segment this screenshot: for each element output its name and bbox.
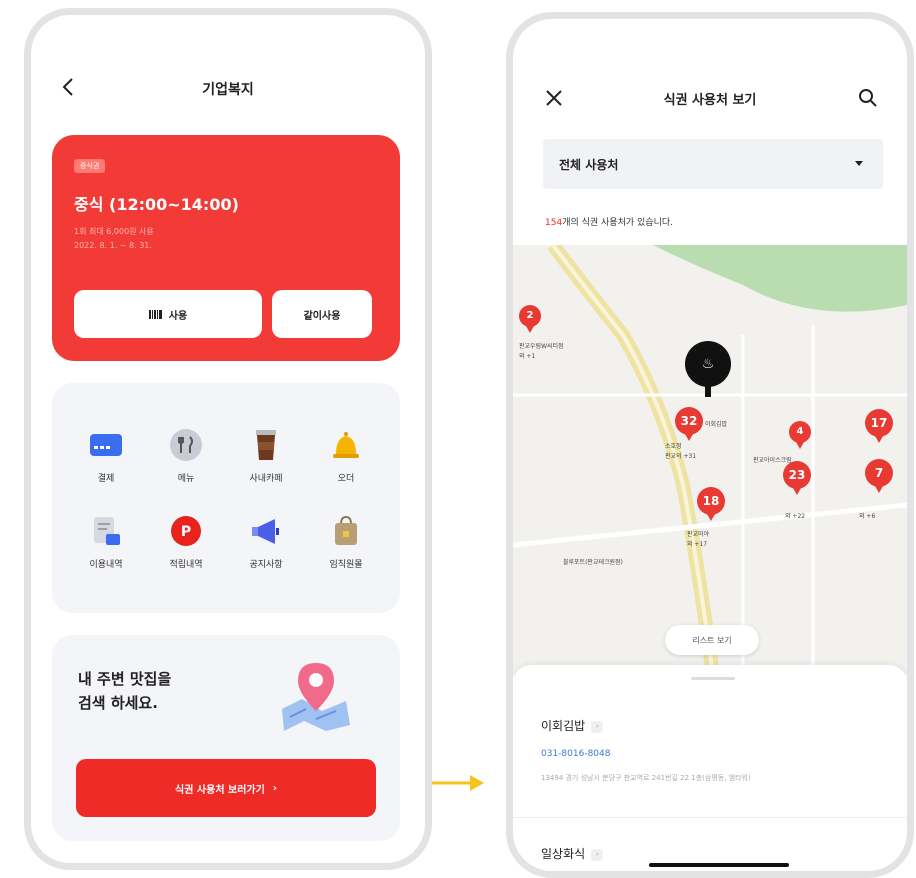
- menu-item-mall[interactable]: 임직원몰: [306, 513, 386, 570]
- store-map[interactable]: 2 판교우림W씨티점 외 +1 ♨ 이회김밥 32 소호정 판교의 +31 4 …: [513, 245, 907, 675]
- store-count: 154개의 식권 사용처가 있습니다.: [545, 215, 673, 228]
- chevron-down-icon: [855, 161, 863, 166]
- point-icon: P: [171, 516, 201, 546]
- menu-label: 공지사항: [249, 560, 283, 570]
- nearby-line2: 검색 하세요.: [78, 694, 158, 712]
- chevron-right-icon: ›: [591, 720, 604, 733]
- menu-label: 이용내역: [89, 560, 123, 570]
- meal-limit: 1회 최대 6,000원 사용: [74, 227, 154, 236]
- map-label: 외 +1: [519, 353, 536, 360]
- menu-label: 오더: [337, 474, 355, 484]
- menu-grid: 결제 메뉴 사내카페 오더 이용내역 P 적립내역 공지사항 임직원몰: [52, 383, 400, 613]
- megaphone-icon: [252, 519, 279, 544]
- map-label: 판교아이스크림: [753, 457, 792, 464]
- coffee-icon: [256, 430, 276, 460]
- store-name-text: 일상화식: [541, 847, 586, 861]
- store-address: 13494 경기 성남시 분당구 판교역로 241번길 22 1층(삼평동, 엠…: [541, 774, 751, 782]
- meal-ticket-card: 중식권 중식 (12:00~14:00) 1회 최대 6,000원 사용 202…: [52, 135, 400, 361]
- map-pin[interactable]: 18: [697, 487, 725, 521]
- use-button-label: 사용: [168, 310, 188, 322]
- bell-icon: [333, 432, 359, 458]
- view-stores-label: 식권 사용처 보러가기: [175, 784, 265, 796]
- selected-store-marker[interactable]: ♨: [685, 341, 731, 387]
- menu-item-points[interactable]: P 적립내역: [146, 513, 226, 570]
- view-stores-button[interactable]: 식권 사용처 보러가기 ›: [76, 759, 376, 817]
- menu-item-payment[interactable]: 결제: [66, 427, 146, 484]
- chevron-right-icon: ›: [272, 782, 277, 794]
- map-label: 이회김밥: [705, 421, 728, 428]
- menu-label: 결제: [97, 474, 115, 484]
- menu-item-order[interactable]: 오더: [306, 427, 386, 484]
- map-label: 외 +17: [687, 541, 708, 548]
- map-pin[interactable]: 32: [675, 407, 703, 441]
- menu-item-history[interactable]: 이용내역: [66, 513, 146, 570]
- store-phone-link[interactable]: 031-8016-8048: [541, 749, 610, 759]
- nearby-headline: 내 주변 맛집을 검색 하세요.: [78, 667, 171, 715]
- store-count-suffix: 개의 식권 사용처가 있습니다.: [562, 218, 673, 228]
- chevron-right-icon: ›: [591, 848, 604, 861]
- barcode-icon: [148, 309, 162, 319]
- map-pin[interactable]: 2: [519, 305, 541, 333]
- home-indicator: [649, 863, 789, 867]
- store-name[interactable]: 일상화식 ›: [541, 845, 604, 862]
- divider: [513, 817, 907, 818]
- map-pin[interactable]: 4: [789, 421, 811, 449]
- phone-left-screen: 기업복지 중식권 중식 (12:00~14:00) 1회 최대 6,000원 사…: [24, 8, 432, 870]
- list-view-button[interactable]: 리스트 보기: [665, 625, 759, 655]
- store-detail-sheet: 이회김밥 › 031-8016-8048 13494 경기 성남시 분당구 판교역…: [513, 665, 907, 871]
- header: 기업복지: [31, 69, 425, 109]
- menu-item-notice[interactable]: 공지사항: [226, 513, 306, 570]
- menu-label: 임직원몰: [329, 560, 363, 570]
- store-count-number: 154: [545, 218, 563, 228]
- map-pin[interactable]: 17: [865, 409, 893, 443]
- map-pin[interactable]: 7: [865, 459, 893, 493]
- page-title: 식권 사용처 보기: [663, 93, 757, 108]
- card-icon: [90, 434, 122, 456]
- receipt-icon: [94, 517, 120, 545]
- share-use-button[interactable]: 같이사용: [272, 290, 372, 338]
- map-label: 판교의 +31: [665, 453, 697, 460]
- map-pin[interactable]: 23: [783, 461, 811, 495]
- menu-label: 적립내역: [169, 560, 203, 570]
- meal-title: 중식 (12:00~14:00): [74, 195, 239, 214]
- map-label: 외 +6: [859, 513, 876, 520]
- marker-stem: [705, 385, 711, 397]
- sheet-handle[interactable]: [691, 677, 735, 680]
- store-filter-dropdown[interactable]: 전체 사용처: [543, 139, 883, 189]
- store-name[interactable]: 이회김밥 ›: [541, 717, 604, 734]
- shopping-bag-icon: [335, 515, 357, 545]
- menu-label: 사내카페: [249, 474, 283, 484]
- map-background: [513, 245, 907, 675]
- nearby-search-panel: 내 주변 맛집을 검색 하세요. 식권 사용처 보러가기 ›: [52, 635, 400, 841]
- dropdown-value: 전체 사용처: [559, 158, 619, 172]
- map-label: 블루포트(판교테크원점): [563, 559, 623, 566]
- map-label: 소호정: [665, 443, 682, 450]
- map-pin-illustration: [282, 663, 350, 731]
- map-label: 외 +22: [785, 513, 806, 520]
- phone-right-screen: 식권 사용처 보기 전체 사용처 154개의 식권 사용처가 있습니다. 2 판…: [506, 12, 914, 878]
- svg-text:P: P: [181, 524, 191, 540]
- meal-period: 2022. 8. 1. ~ 8. 31.: [74, 241, 152, 250]
- header: 식권 사용처 보기: [513, 81, 907, 121]
- meal-badge: 중식권: [74, 159, 106, 173]
- menu-item-menu[interactable]: 메뉴: [146, 427, 226, 484]
- fork-knife-icon: ♨: [701, 356, 715, 372]
- use-button[interactable]: 사용: [74, 290, 262, 338]
- page-title: 기업복지: [202, 82, 254, 98]
- menu-item-cafe[interactable]: 사내카페: [226, 427, 306, 484]
- nearby-line1: 내 주변 맛집을: [78, 670, 172, 688]
- menu-label: 메뉴: [177, 474, 195, 484]
- store-name-text: 이회김밥: [541, 719, 586, 733]
- map-label: 판교우림W씨티점: [519, 343, 564, 350]
- search-icon[interactable]: [857, 87, 879, 109]
- utensils-icon: [170, 429, 202, 461]
- map-label: 판교미야: [687, 531, 710, 538]
